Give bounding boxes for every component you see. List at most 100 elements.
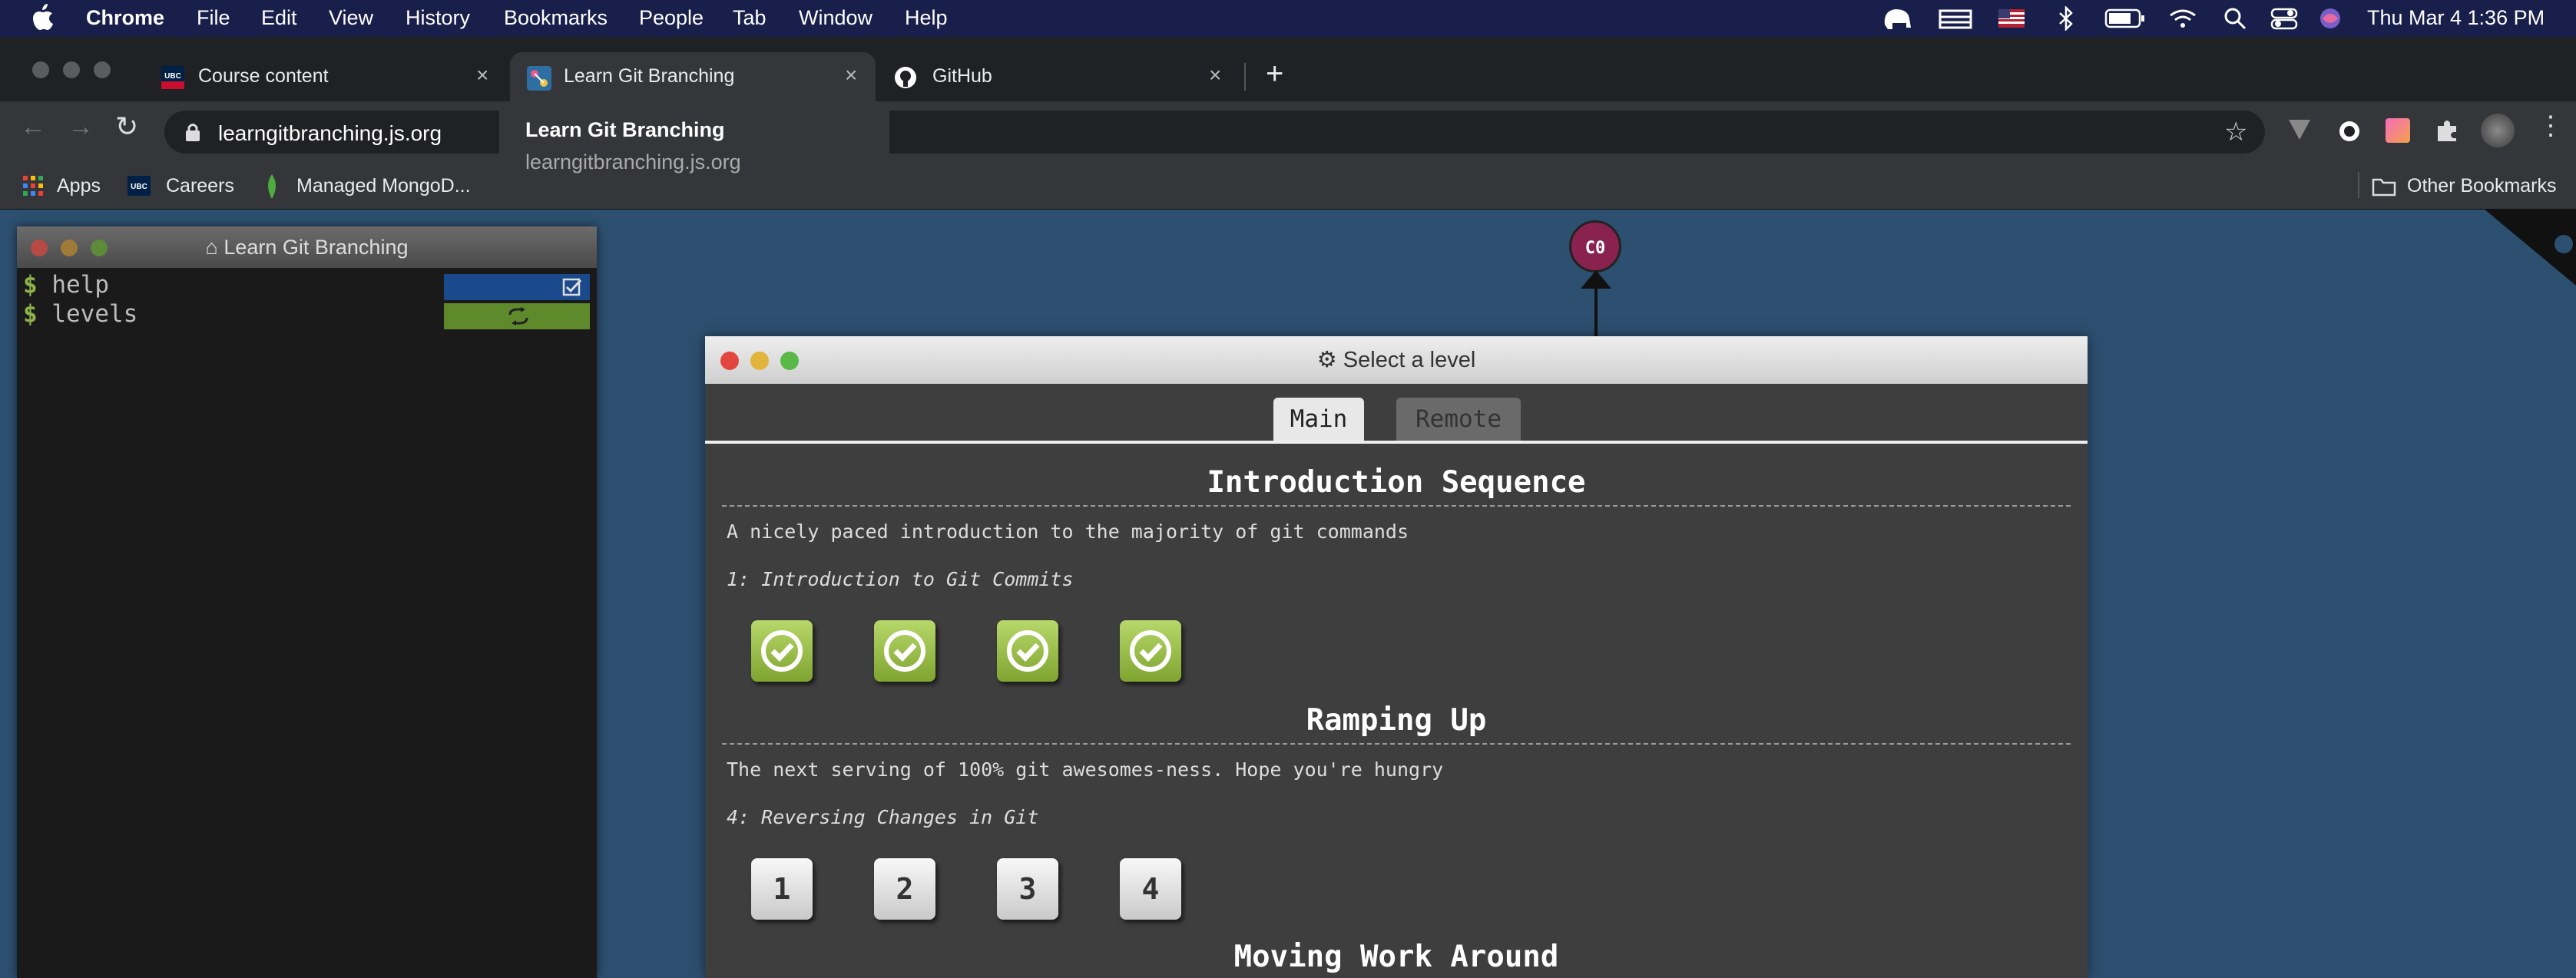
dialog-title-bar: ⚙ Select a level — [705, 336, 2088, 384]
tab-divider — [1244, 63, 1246, 91]
terminal-title: Learn Git Branching — [223, 236, 409, 259]
menu-people[interactable]: People — [639, 6, 704, 30]
level-button-intro-2[interactable] — [874, 620, 935, 682]
tab-main[interactable]: Main — [1273, 398, 1364, 441]
gear-icon: ⚙ — [1316, 348, 1337, 372]
reload-icon[interactable]: ↻ — [115, 111, 138, 143]
forward-arrow-icon[interactable]: → — [68, 112, 94, 142]
checkbox-icon — [562, 278, 582, 296]
level-button-intro-4[interactable] — [1120, 620, 1181, 682]
tab-github[interactable]: GitHub × — [882, 52, 1235, 101]
ubc-icon: UBC — [161, 66, 184, 89]
level-button-ramping-4[interactable]: 4 — [1120, 858, 1181, 920]
tab-label: GitHub — [932, 65, 992, 87]
github-icon — [895, 67, 916, 88]
profile-avatar[interactable] — [2481, 114, 2515, 147]
dialog-zoom-button[interactable] — [780, 352, 799, 370]
window-zoom-button[interactable] — [94, 61, 111, 78]
bookmarks-bar: Apps UBC Careers Managed MongoD... Other… — [0, 163, 2576, 210]
menu-edit[interactable]: Edit — [261, 6, 297, 30]
tab-course-content[interactable]: UBC Course content × — [147, 52, 501, 101]
level-button-ramping-3[interactable]: 3 — [997, 858, 1058, 920]
folder-icon — [2372, 178, 2396, 197]
apple-icon[interactable] — [31, 3, 57, 32]
tab-remote[interactable]: Remote — [1396, 398, 1521, 441]
tab-close-icon[interactable]: × — [476, 63, 488, 88]
extensions-puzzle-icon[interactable] — [2435, 118, 2459, 143]
elephant-icon[interactable] — [1880, 5, 1914, 32]
menu-history[interactable]: History — [406, 6, 470, 30]
command-text: levels — [51, 300, 138, 328]
dialog-close-button[interactable] — [720, 352, 739, 370]
level-button-intro-1[interactable] — [751, 620, 813, 682]
menu-file[interactable]: File — [197, 6, 230, 30]
bookmarks-divider — [2358, 172, 2359, 198]
bookmark-mongodb[interactable]: Managed MongoD... — [296, 175, 471, 197]
bookmark-careers[interactable]: Careers — [166, 175, 234, 197]
bookmark-apps[interactable]: Apps — [57, 175, 101, 197]
checkmark-icon — [1130, 630, 1171, 672]
us-flag-icon[interactable] — [1998, 9, 2025, 28]
refresh-cycle-icon — [508, 307, 528, 325]
window-minimize-button[interactable] — [63, 61, 80, 78]
display-icon[interactable] — [1939, 6, 1972, 31]
menu-dots-icon[interactable]: ⋮ — [2538, 111, 2564, 141]
bluetooth-icon[interactable] — [2057, 6, 2075, 31]
section-description-intro: A nicely paced introduction to the major… — [727, 520, 1409, 543]
spotlight-search-icon[interactable] — [2223, 6, 2247, 31]
new-tab-button[interactable]: + — [1266, 57, 1283, 91]
ubc-bookmark-icon: UBC — [127, 176, 151, 196]
terminal-line-levels: $ levels — [23, 300, 137, 328]
tab-close-icon[interactable]: × — [845, 63, 857, 88]
terminal-line-help: $ help — [23, 271, 109, 299]
levels-command-bar — [444, 303, 590, 329]
menu-view[interactable]: View — [329, 6, 373, 30]
terminal-minimize-button[interactable] — [61, 240, 78, 256]
svg-text:UBC: UBC — [131, 183, 147, 191]
prompt-symbol: $ — [23, 300, 38, 328]
address-bar[interactable]: learngitbranching.js.org ☆ — [164, 111, 2265, 154]
bookmark-star-icon[interactable]: ☆ — [2224, 117, 2247, 147]
command-terminal: ⌂ Learn Git Branching $ help $ levels — [17, 226, 597, 978]
control-center-icon[interactable] — [2270, 6, 2298, 31]
extension-gradient-icon[interactable] — [2386, 118, 2410, 143]
browser-toolbar: ← → ↻ learngitbranching.js.org ☆ ⋮ — [0, 101, 2576, 163]
battery-icon[interactable] — [2104, 8, 2146, 29]
dialog-minimize-button[interactable] — [750, 352, 769, 370]
bookmark-other[interactable]: Other Bookmarks — [2407, 175, 2557, 197]
siri-icon[interactable] — [2318, 6, 2343, 31]
tab-label: Learn Git Branching — [564, 65, 735, 87]
macos-menu-bar: Chrome File Edit View History Bookmarks … — [0, 0, 2576, 37]
tab-learn-git-branching[interactable]: Learn Git Branching × — [510, 52, 876, 101]
branch-arrow-line — [1594, 284, 1598, 339]
checkmark-icon — [761, 630, 803, 672]
menu-help[interactable]: Help — [905, 6, 948, 30]
menu-bookmarks[interactable]: Bookmarks — [504, 6, 608, 30]
wifi-icon[interactable] — [2167, 6, 2198, 31]
extension-circle-icon[interactable] — [2338, 120, 2361, 143]
section-divider — [722, 743, 2071, 745]
back-arrow-icon[interactable]: ← — [20, 112, 46, 142]
level-button-intro-3[interactable] — [997, 620, 1058, 682]
menu-tab[interactable]: Tab — [733, 6, 767, 30]
branch-arrow-head — [1581, 270, 1611, 289]
git-branching-icon — [527, 66, 551, 91]
tab-close-icon[interactable]: × — [1209, 63, 1221, 88]
level-button-ramping-1[interactable]: 1 — [751, 858, 813, 920]
lock-icon[interactable] — [184, 121, 201, 143]
menu-window[interactable]: Window — [799, 6, 872, 30]
level-button-ramping-2[interactable]: 2 — [874, 858, 935, 920]
menu-app-name[interactable]: Chrome — [86, 6, 164, 30]
tab-hover-card: Learn Git Branching learngitbranching.js… — [499, 101, 889, 192]
vue-devtools-icon[interactable] — [2287, 118, 2312, 141]
terminal-zoom-button[interactable] — [91, 240, 108, 256]
tab-separator — [705, 441, 2088, 444]
svg-text:UBC: UBC — [164, 72, 181, 81]
commit-node[interactable]: C0 — [1569, 220, 1621, 273]
window-close-button[interactable] — [32, 61, 49, 78]
github-corner-icon[interactable] — [2484, 209, 2576, 286]
terminal-close-button[interactable] — [31, 240, 48, 256]
menubar-clock[interactable]: Thu Mar 4 1:36 PM — [2367, 6, 2545, 30]
apps-grid-icon — [23, 176, 43, 196]
current-level-intro: 1: Introduction to Git Commits — [727, 568, 1074, 590]
